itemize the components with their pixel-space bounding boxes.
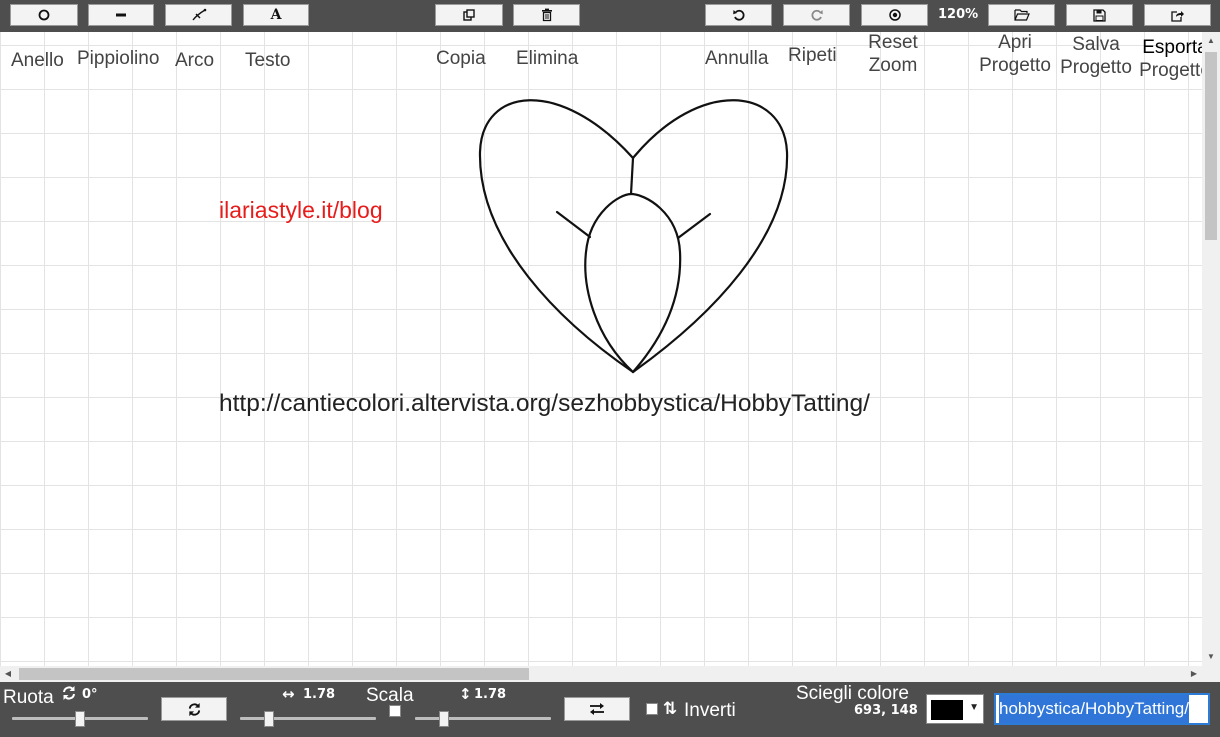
text-icon: A: [270, 7, 282, 23]
zoom-level: 120%: [938, 7, 979, 22]
horizontal-scroll-thumb[interactable]: [19, 668, 529, 680]
color-swatch: [931, 700, 963, 720]
color-picker[interactable]: ▼: [926, 694, 984, 724]
url-text-object[interactable]: http://cantiecolori.altervista.org/sezho…: [219, 390, 870, 418]
redo-icon: [810, 9, 823, 21]
scrollbar-corner: [1202, 666, 1220, 682]
watermark-text[interactable]: ilariastyle.it/blog: [219, 197, 383, 224]
swap-button[interactable]: [564, 697, 630, 721]
right-ring: [631, 99, 789, 374]
text-input-value: hobbystica/HobbyTatting/: [999, 695, 1189, 723]
refresh-icon: [188, 702, 200, 716]
invert-checkbox[interactable]: [646, 703, 658, 715]
ring-icon: [38, 9, 50, 21]
center-stem: [629, 156, 635, 196]
rotate-value: 0°: [82, 687, 98, 702]
dropdown-caret-icon: ▼: [969, 702, 979, 713]
reset-zoom-button[interactable]: [861, 4, 928, 26]
scroll-left-icon[interactable]: ◀: [0, 666, 16, 682]
ring-button[interactable]: [10, 4, 78, 26]
delete-button[interactable]: [513, 4, 580, 26]
text-input[interactable]: hobbystica/HobbyTatting/: [994, 693, 1210, 725]
width-scale-value: 1.78: [303, 687, 336, 702]
undo-button[interactable]: [705, 4, 772, 26]
folder-open-icon: [1013, 9, 1030, 21]
cursor-coordinates: 693, 148: [854, 703, 918, 718]
width-slider-thumb[interactable]: [264, 711, 274, 727]
height-scale-value: 1.78: [474, 687, 507, 702]
trash-icon: [541, 8, 552, 22]
redo-button[interactable]: [783, 4, 850, 26]
scale-lock-checkbox[interactable]: [389, 705, 401, 717]
invert-label: Inverti: [684, 700, 736, 721]
rotate-slider[interactable]: [12, 711, 148, 727]
floppy-disk-icon: [1093, 8, 1106, 22]
swap-arrows-icon: [590, 703, 604, 715]
vertical-arrows-icon: ↕: [459, 685, 472, 703]
left-picot: [555, 210, 592, 239]
horizontal-scrollbar[interactable]: ◀ ▶: [0, 666, 1202, 682]
scale-label: Scala: [366, 685, 414, 706]
share-icon: [1170, 10, 1184, 22]
vertical-scroll-thumb[interactable]: [1205, 52, 1217, 240]
height-scale-slider[interactable]: [415, 711, 551, 727]
open-project-button[interactable]: [988, 4, 1055, 26]
bottom-toolbar: Ruota 0° ↔ 1.78 Scala ↕ 1.78 ⇅ Inverti S…: [0, 682, 1220, 737]
color-label: Sciegli colore: [796, 683, 909, 704]
rotate-icon: [63, 686, 75, 700]
right-picot: [676, 212, 712, 240]
tatting-drawing[interactable]: [0, 32, 1202, 666]
scroll-up-icon[interactable]: ▲: [1202, 34, 1220, 48]
rotate-label: Ruota: [3, 687, 54, 708]
top-toolbar: A 120%: [0, 0, 1220, 32]
copy-button[interactable]: [435, 4, 503, 26]
picot-icon: [116, 13, 126, 17]
width-scale-slider[interactable]: [240, 711, 376, 727]
scroll-right-icon[interactable]: ▶: [1186, 666, 1202, 682]
horizontal-arrows-icon: ↔: [282, 685, 295, 703]
undo-icon: [732, 9, 745, 21]
height-slider-thumb[interactable]: [439, 711, 449, 727]
scroll-down-icon[interactable]: ▼: [1202, 650, 1220, 664]
arc-icon: [191, 8, 206, 21]
rotate-apply-button[interactable]: [161, 697, 227, 721]
text-button[interactable]: A: [243, 4, 309, 26]
export-project-button[interactable]: [1144, 4, 1211, 26]
invert-arrows-icon: ⇅: [663, 699, 678, 718]
target-icon: [888, 9, 901, 21]
design-canvas[interactable]: Anello Pippiolino Arco Testo Copia Elimi…: [0, 32, 1202, 666]
save-project-button[interactable]: [1066, 4, 1133, 26]
arc-button[interactable]: [165, 4, 232, 26]
rotate-slider-thumb[interactable]: [75, 711, 85, 727]
center-ring: [584, 192, 682, 374]
left-ring: [478, 99, 635, 374]
vertical-scrollbar[interactable]: ▲ ▼: [1202, 32, 1220, 666]
picot-button[interactable]: [88, 4, 154, 26]
copy-icon: [463, 9, 475, 21]
